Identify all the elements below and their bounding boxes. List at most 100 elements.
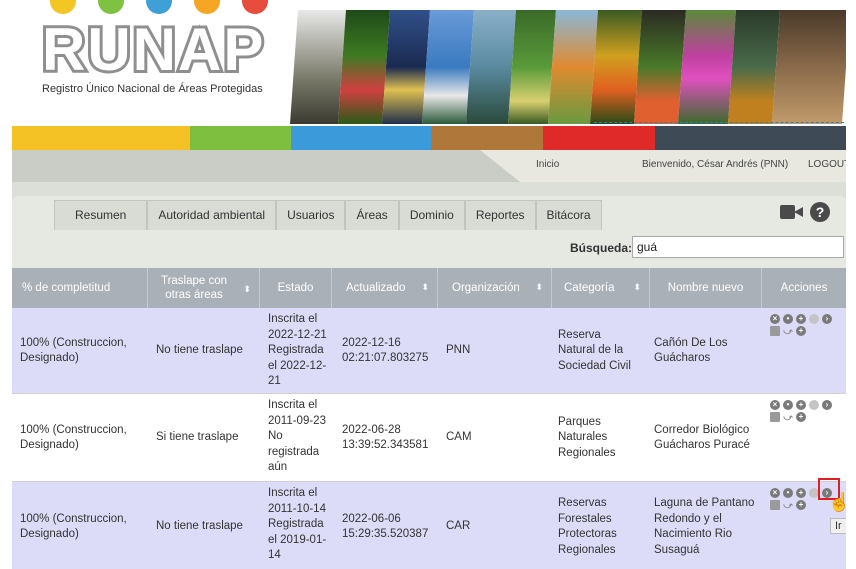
logo-circles (40, 0, 280, 14)
tab-resumen[interactable]: Resumen (54, 200, 148, 230)
sort-icon: ⬍ (421, 282, 429, 292)
cell-actualizado: 2022-06-28 13:39:52.343581 (342, 423, 429, 452)
table-header: % de completitud Traslape con otras áreas… (12, 268, 846, 308)
add-icon[interactable]: + (796, 412, 806, 422)
logo-circle (146, 0, 172, 14)
link-icon[interactable]: ⤻ (783, 500, 793, 510)
edit-icon[interactable]: + (796, 488, 806, 498)
cell-traslape: No tiene traslape (156, 520, 243, 533)
logo-circle (242, 0, 268, 14)
image-icon[interactable] (770, 412, 780, 422)
tab-reportes[interactable]: Reportes (464, 200, 536, 230)
delete-icon[interactable]: × (770, 314, 780, 324)
cell-estado: Inscrita el 2022-12-21 Registrada el 2022-1… (268, 313, 327, 387)
color-bar-segment (543, 126, 655, 150)
welcome-text: Bienvenido, César Andrés (PNN) (642, 159, 789, 170)
logo-circle (98, 0, 124, 14)
logo[interactable]: RUNAP (39, 15, 266, 85)
link-icon[interactable]: ⤻ (783, 326, 793, 336)
top-nav-links: Inicio Bienvenido, César Andrés (PNN) LO… (480, 150, 846, 182)
add-icon[interactable]: + (796, 326, 806, 336)
nature-banner (290, 10, 846, 124)
tab-bar: Resumen Autoridad ambiental Usuarios Áre… (54, 200, 602, 230)
color-bar (12, 126, 846, 150)
sort-icon: ⬍ (243, 284, 251, 294)
header-traslape[interactable]: Traslape con otras áreas ⬍ (148, 268, 260, 308)
header-completitud[interactable]: % de completitud (12, 268, 148, 308)
cell-categoria: Parques Naturales Regionales (558, 415, 616, 459)
view-icon[interactable]: • (783, 314, 793, 324)
logo-circle (194, 0, 220, 14)
header-acciones: Acciones (780, 282, 828, 294)
search-input[interactable] (632, 236, 844, 258)
cell-completitud: 100% (Construccion, Designado) (20, 423, 127, 452)
edit-icon[interactable]: + (796, 400, 806, 410)
cell-organizacion: CAR (446, 520, 471, 533)
color-bar-segment (190, 126, 291, 150)
toolbar: ? (780, 202, 830, 222)
video-camera-icon[interactable] (780, 203, 804, 221)
table-row[interactable]: 100% (Construccion, Designado) Si tiene t… (12, 394, 846, 482)
banner-tile (290, 10, 346, 124)
view-icon[interactable]: • (783, 400, 793, 410)
row-actions: × • + › ⤻ + (770, 314, 842, 338)
disabled-icon (809, 400, 819, 410)
cell-completitud: 100% (Construccion, Designado) (20, 336, 127, 365)
go-icon[interactable]: › (822, 314, 832, 324)
delete-icon[interactable]: × (770, 400, 780, 410)
header: RUNAP Registro Único Nacional de Áreas P… (12, 0, 846, 126)
tab-dominio[interactable]: Dominio (398, 200, 465, 230)
image-icon[interactable] (770, 500, 780, 510)
tooltip: Ir (830, 518, 846, 534)
home-link[interactable]: Inicio (536, 159, 559, 170)
hand-cursor-icon: ☝ (828, 492, 846, 512)
color-bar-segment (655, 126, 846, 150)
table-row[interactable]: 100% (Construccion, Designado) No tiene t… (12, 308, 846, 394)
banner-tile (678, 10, 736, 124)
header-nombre-nuevo[interactable]: Nombre nuevo (650, 268, 762, 308)
search-row: Búsqueda: (12, 236, 846, 260)
go-icon[interactable]: › (822, 400, 832, 410)
disabled-icon (809, 314, 819, 324)
color-bar-segment (431, 126, 543, 150)
header-organizacion[interactable]: Organización ⬍ (438, 268, 552, 308)
view-icon[interactable]: • (783, 488, 793, 498)
cell-nombre: Cañón De Los Guácharos (654, 336, 728, 365)
logout-link[interactable]: LOGOUT (808, 159, 846, 170)
banner-dashed-line (594, 122, 844, 123)
header-estado[interactable]: Estado (260, 268, 332, 308)
tab-usuarios[interactable]: Usuarios (276, 200, 346, 230)
header-traslape-line2: otras áreas (165, 289, 223, 301)
table-row[interactable]: 100% (Construccion, Designado) No tiene t… (12, 478, 846, 569)
tab-autoridad-ambiental[interactable]: Autoridad ambiental (147, 200, 277, 230)
add-icon[interactable]: + (796, 500, 806, 510)
cell-nombre: Corredor Biológico Guácharos Puracé (654, 423, 750, 452)
cell-traslape: No tiene traslape (156, 344, 243, 357)
cell-organizacion: PNN (446, 344, 471, 357)
image-icon[interactable] (770, 326, 780, 336)
sort-icon: ⬍ (633, 282, 641, 292)
tab-areas[interactable]: Áreas (345, 200, 399, 230)
logo-subtitle: Registro Único Nacional de Áreas Protegi… (42, 83, 263, 95)
cell-categoria: Reserva Natural de la Sociedad Civil (558, 328, 631, 372)
header-categoria[interactable]: Categoría ⬍ (552, 268, 650, 308)
search-label: Búsqueda: (569, 241, 632, 255)
page: RUNAP Registro Único Nacional de Áreas P… (0, 0, 856, 569)
cell-estado: Inscrita el 2011-09-23 No registrada aún (268, 399, 326, 473)
delete-icon[interactable]: × (770, 488, 780, 498)
sort-icon: ⬍ (535, 282, 543, 292)
header-actualizado[interactable]: Actualizado ⬍ (332, 268, 438, 308)
content-panel: Resumen Autoridad ambiental Usuarios Áre… (12, 196, 846, 569)
color-bar-segment (291, 126, 431, 150)
areas-table: % de completitud Traslape con otras áreas… (12, 268, 846, 569)
frame-right (846, 0, 856, 569)
main-container: RUNAP Registro Único Nacional de Áreas P… (12, 0, 846, 569)
cell-completitud: 100% (Construccion, Designado) (20, 512, 127, 541)
cell-nombre: Laguna de Pantano Redondo y el Nacimiento … (654, 497, 755, 556)
color-bar-segment (12, 126, 190, 150)
edit-icon[interactable]: + (796, 314, 806, 324)
link-icon[interactable]: ⤻ (783, 412, 793, 422)
tab-bitacora[interactable]: Bitácora (535, 200, 602, 230)
help-icon[interactable]: ? (810, 202, 830, 222)
logo-circle (50, 0, 76, 14)
